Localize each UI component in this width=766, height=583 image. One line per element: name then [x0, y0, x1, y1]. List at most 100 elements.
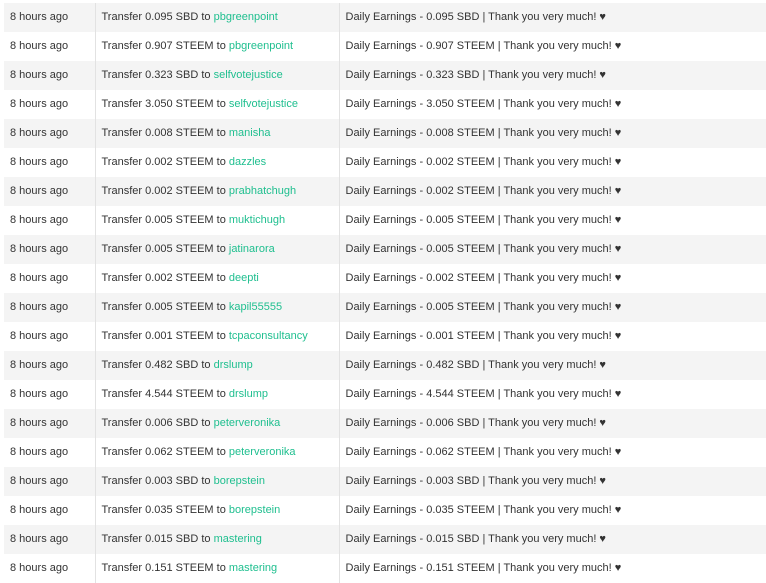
transfer-memo: Daily Earnings - 0.005 STEEM | Thank you… [339, 235, 766, 264]
transfer-memo: Daily Earnings - 0.001 STEEM | Thank you… [339, 322, 766, 351]
table-row: 8 hours ago Transfer 0.323 SBD to selfvo… [4, 61, 766, 90]
transfer-operation: Transfer 0.015 SBD to mastering [95, 525, 340, 554]
transfer-operation: Transfer 0.907 STEEM to pbgreenpoint [95, 32, 340, 61]
transfer-memo: Daily Earnings - 0.002 STEEM | Thank you… [339, 148, 766, 177]
transfer-operation: Transfer 0.008 STEEM to manisha [95, 119, 340, 148]
account-link[interactable]: peterveronika [229, 446, 296, 458]
transfer-operation: Transfer 0.006 SBD to peterveronika [95, 409, 340, 438]
transfer-prefix: Transfer 0.002 STEEM to [101, 156, 226, 168]
account-link[interactable]: kapil55555 [229, 301, 282, 313]
transfer-memo: Daily Earnings - 0.005 STEEM | Thank you… [339, 206, 766, 235]
account-link[interactable]: dazzles [229, 156, 266, 168]
transfer-memo: Daily Earnings - 0.035 STEEM | Thank you… [339, 496, 766, 525]
transfer-operation: Transfer 0.062 STEEM to peterveronika [95, 438, 340, 467]
transfer-time: 8 hours ago [4, 438, 96, 467]
transfer-operation: Transfer 0.002 STEEM to dazzles [95, 148, 340, 177]
transfer-prefix: Transfer 4.544 STEEM to [101, 388, 226, 400]
transfer-operation: Transfer 0.482 SBD to drslump [95, 351, 340, 380]
table-row: 8 hours ago Transfer 0.002 STEEM to prab… [4, 177, 766, 206]
transfer-memo: Daily Earnings - 3.050 STEEM | Thank you… [339, 90, 766, 119]
table-row: 8 hours ago Transfer 4.544 STEEM to drsl… [4, 380, 766, 409]
transfer-time: 8 hours ago [4, 61, 96, 90]
table-row: 8 hours ago Transfer 3.050 STEEM to self… [4, 90, 766, 119]
transfer-prefix: Transfer 0.005 STEEM to [101, 214, 226, 226]
transfer-prefix: Transfer 0.003 SBD to [101, 475, 211, 487]
transfer-time: 8 hours ago [4, 206, 96, 235]
transfer-time: 8 hours ago [4, 32, 96, 61]
transfer-prefix: Transfer 0.151 STEEM to [101, 562, 226, 574]
transfer-operation: Transfer 0.095 SBD to pbgreenpoint [95, 3, 340, 32]
account-link[interactable]: borepstein [229, 504, 280, 516]
account-link[interactable]: tcpaconsultancy [229, 330, 308, 342]
transfer-prefix: Transfer 0.482 SBD to [101, 359, 211, 371]
transfer-history-body: 8 hours ago Transfer 0.095 SBD to pbgree… [4, 3, 766, 583]
account-link[interactable]: mastering [229, 562, 277, 574]
transfer-memo: Daily Earnings - 0.005 STEEM | Thank you… [339, 293, 766, 322]
transfer-time: 8 hours ago [4, 293, 96, 322]
transfer-memo: Daily Earnings - 0.323 SBD | Thank you v… [339, 61, 766, 90]
account-link[interactable]: pbgreenpoint [214, 11, 278, 23]
table-row: 8 hours ago Transfer 0.482 SBD to drslum… [4, 351, 766, 380]
transfer-prefix: Transfer 0.095 SBD to [101, 11, 211, 23]
table-row: 8 hours ago Transfer 0.002 STEEM to deep… [4, 264, 766, 293]
transfer-time: 8 hours ago [4, 90, 96, 119]
transfer-prefix: Transfer 0.001 STEEM to [101, 330, 226, 342]
table-row: 8 hours ago Transfer 0.006 SBD to peterv… [4, 409, 766, 438]
transfer-operation: Transfer 0.001 STEEM to tcpaconsultancy [95, 322, 340, 351]
transfer-prefix: Transfer 0.907 STEEM to [101, 40, 226, 52]
table-row: 8 hours ago Transfer 0.002 STEEM to dazz… [4, 148, 766, 177]
account-link[interactable]: mastering [214, 533, 262, 545]
transfer-time: 8 hours ago [4, 525, 96, 554]
account-link[interactable]: borepstein [214, 475, 265, 487]
transfer-prefix: Transfer 0.002 STEEM to [101, 272, 226, 284]
transfer-time: 8 hours ago [4, 3, 96, 32]
transfer-operation: Transfer 0.002 STEEM to deepti [95, 264, 340, 293]
transfer-time: 8 hours ago [4, 351, 96, 380]
account-link[interactable]: jatinarora [229, 243, 275, 255]
transfer-history-table: 8 hours ago Transfer 0.095 SBD to pbgree… [4, 3, 766, 583]
account-link[interactable]: drslump [214, 359, 253, 371]
account-link[interactable]: muktichugh [229, 214, 285, 226]
transfer-prefix: Transfer 0.035 STEEM to [101, 504, 226, 516]
transfer-time: 8 hours ago [4, 467, 96, 496]
table-row: 8 hours ago Transfer 0.062 STEEM to pete… [4, 438, 766, 467]
account-link[interactable]: selfvotejustice [229, 98, 298, 110]
transfer-memo: Daily Earnings - 0.095 SBD | Thank you v… [339, 3, 766, 32]
table-row: 8 hours ago Transfer 0.005 STEEM to jati… [4, 235, 766, 264]
account-link[interactable]: selfvotejustice [214, 69, 283, 81]
table-row: 8 hours ago Transfer 0.008 STEEM to mani… [4, 119, 766, 148]
transfer-time: 8 hours ago [4, 119, 96, 148]
account-link[interactable]: manisha [229, 127, 271, 139]
transfer-memo: Daily Earnings - 0.482 SBD | Thank you v… [339, 351, 766, 380]
account-link[interactable]: prabhatchugh [229, 185, 296, 197]
table-row: 8 hours ago Transfer 0.095 SBD to pbgree… [4, 3, 766, 32]
transfer-memo: Daily Earnings - 0.003 SBD | Thank you v… [339, 467, 766, 496]
transfer-prefix: Transfer 0.005 STEEM to [101, 243, 226, 255]
account-link[interactable]: peterveronika [214, 417, 281, 429]
transfer-memo: Daily Earnings - 4.544 STEEM | Thank you… [339, 380, 766, 409]
table-row: 8 hours ago Transfer 0.003 SBD to boreps… [4, 467, 766, 496]
account-link[interactable]: drslump [229, 388, 268, 400]
transfer-prefix: Transfer 3.050 STEEM to [101, 98, 226, 110]
table-row: 8 hours ago Transfer 0.001 STEEM to tcpa… [4, 322, 766, 351]
transfer-memo: Daily Earnings - 0.015 SBD | Thank you v… [339, 525, 766, 554]
table-row: 8 hours ago Transfer 0.151 STEEM to mast… [4, 554, 766, 583]
transfer-operation: Transfer 0.003 SBD to borepstein [95, 467, 340, 496]
transfer-time: 8 hours ago [4, 235, 96, 264]
transfer-operation: Transfer 0.323 SBD to selfvotejustice [95, 61, 340, 90]
transfer-operation: Transfer 0.002 STEEM to prabhatchugh [95, 177, 340, 206]
transfer-operation: Transfer 0.005 STEEM to kapil55555 [95, 293, 340, 322]
transfer-time: 8 hours ago [4, 380, 96, 409]
table-row: 8 hours ago Transfer 0.005 STEEM to mukt… [4, 206, 766, 235]
account-link[interactable]: pbgreenpoint [229, 40, 293, 52]
transfer-time: 8 hours ago [4, 148, 96, 177]
transfer-time: 8 hours ago [4, 177, 96, 206]
transfer-operation: Transfer 0.005 STEEM to muktichugh [95, 206, 340, 235]
transfer-memo: Daily Earnings - 0.006 SBD | Thank you v… [339, 409, 766, 438]
account-link[interactable]: deepti [229, 272, 259, 284]
transfer-operation: Transfer 4.544 STEEM to drslump [95, 380, 340, 409]
transfer-time: 8 hours ago [4, 322, 96, 351]
table-row: 8 hours ago Transfer 0.907 STEEM to pbgr… [4, 32, 766, 61]
transfer-time: 8 hours ago [4, 496, 96, 525]
transfer-prefix: Transfer 0.323 SBD to [101, 69, 211, 81]
